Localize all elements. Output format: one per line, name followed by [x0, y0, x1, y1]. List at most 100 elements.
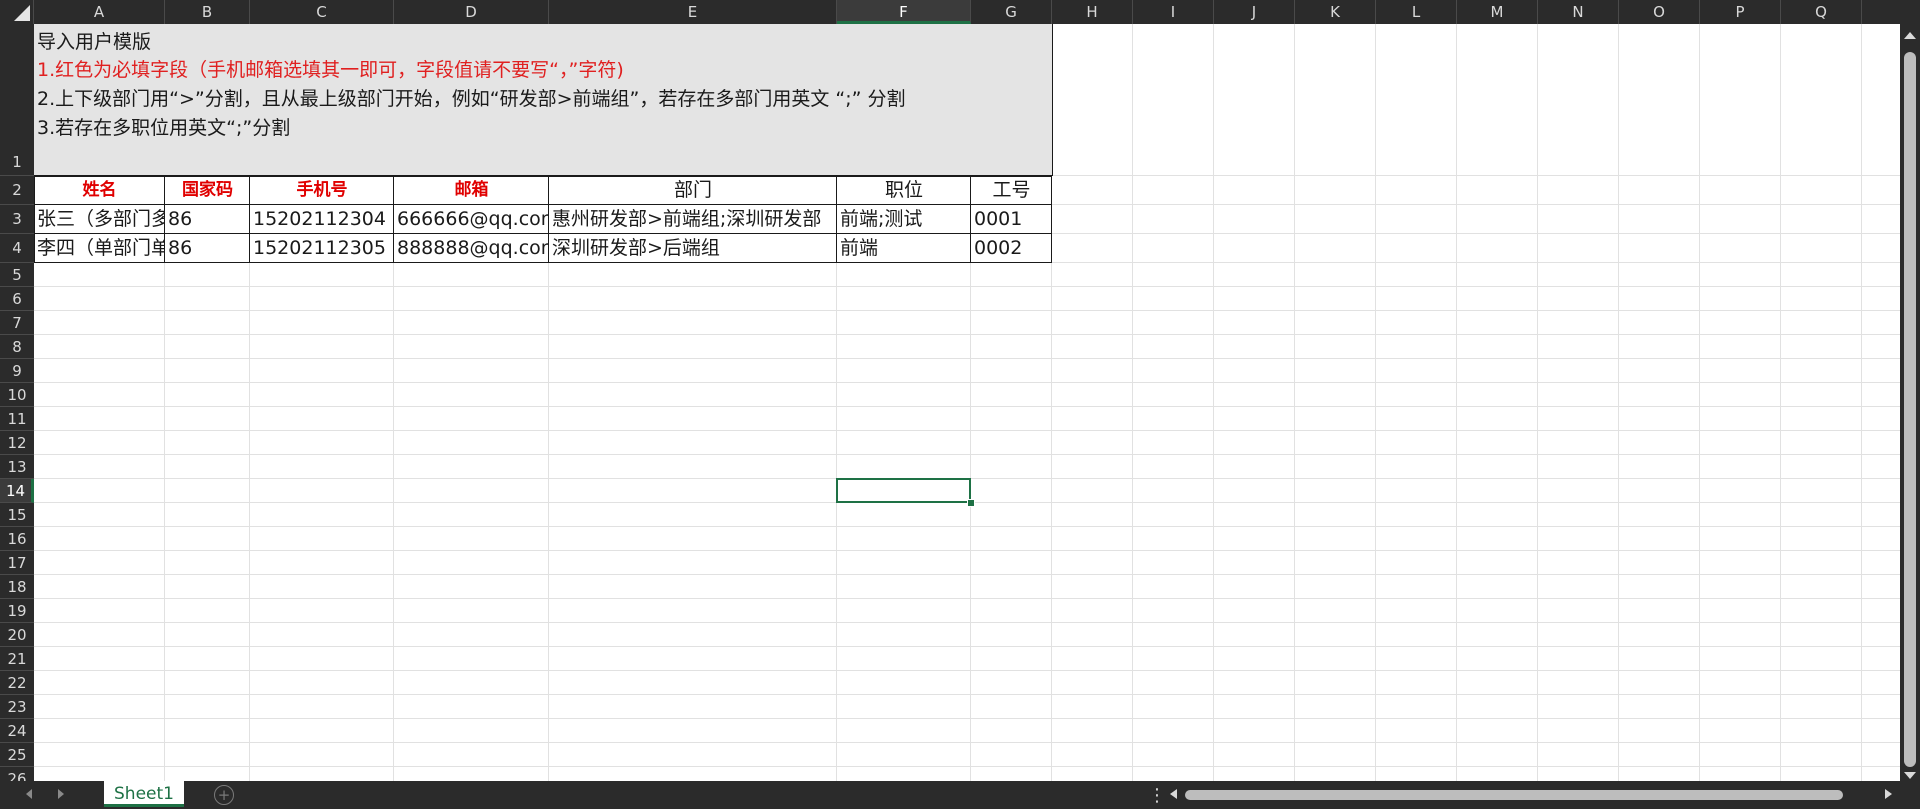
row-header-18[interactable]: 18 [0, 575, 34, 599]
column-header-c[interactable]: C [250, 0, 394, 24]
row-header-3[interactable]: 3 [0, 205, 34, 234]
fill-handle[interactable] [967, 499, 975, 507]
column-header-h[interactable]: H [1052, 0, 1133, 24]
column-header-d[interactable]: D [394, 0, 549, 24]
table-border [34, 262, 1052, 263]
scroll-up-icon[interactable] [1904, 32, 1916, 39]
row-header-7[interactable]: 7 [0, 311, 34, 335]
column-header-g[interactable]: G [971, 0, 1052, 24]
row-header-22[interactable]: 22 [0, 671, 34, 695]
row-header-23[interactable]: 23 [0, 695, 34, 719]
row-header-8[interactable]: 8 [0, 335, 34, 359]
scroll-left-icon[interactable] [1170, 789, 1177, 799]
table-border [34, 233, 1052, 234]
table-cell[interactable]: 86 [165, 234, 250, 263]
column-header-a[interactable]: A [34, 0, 165, 24]
column-header-m[interactable]: M [1457, 0, 1538, 24]
table-cell[interactable]: 86 [165, 205, 250, 234]
row-header-2[interactable]: 2 [0, 176, 34, 205]
more-options-icon[interactable]: ⋮ [1148, 785, 1166, 806]
previous-sheet-icon[interactable] [26, 789, 32, 799]
table-border [548, 176, 549, 263]
table-header-cell[interactable]: 手机号 [250, 176, 394, 205]
row-header-15[interactable]: 15 [0, 503, 34, 527]
scroll-right-icon[interactable] [1885, 789, 1892, 799]
row-header-24[interactable]: 24 [0, 719, 34, 743]
column-header-l[interactable]: L [1376, 0, 1457, 24]
table-header-cell[interactable]: 职位 [837, 176, 971, 205]
table-border [393, 176, 394, 263]
add-sheet-icon[interactable]: + [214, 785, 234, 805]
table-cell[interactable]: 666666@qq.com [394, 205, 549, 234]
instructions-line-2: 2.上下级部门用“>”分割，且从最上级部门开始，例如“研发部>前端组”，若存在多… [37, 88, 906, 110]
table-cell[interactable]: 888888@qq.com [394, 234, 549, 263]
table-cell[interactable]: 前端;测试 [837, 205, 971, 234]
select-all-triangle-icon [14, 5, 30, 21]
instructions-block[interactable]: 导入用户模版 1.红色为必填字段（手机邮箱选填其一即可，字段值请不要写“，”字符… [34, 24, 1053, 176]
row-header-25[interactable]: 25 [0, 743, 34, 767]
active-cell[interactable] [836, 478, 971, 503]
column-header-o[interactable]: O [1619, 0, 1700, 24]
table-header-cell[interactable]: 邮箱 [394, 176, 549, 205]
table-cell[interactable]: 惠州研发部>前端组;深圳研发部 [549, 205, 837, 234]
table-border [34, 176, 35, 263]
row-header-26[interactable]: 26 [0, 767, 34, 781]
column-header-q[interactable]: Q [1781, 0, 1862, 24]
row-header-13[interactable]: 13 [0, 455, 34, 479]
row-header-12[interactable]: 12 [0, 431, 34, 455]
column-header-bar: ABCDEFGHIJKLMNOPQ [0, 0, 1920, 24]
column-header-n[interactable]: N [1538, 0, 1619, 24]
table-header-cell[interactable]: 姓名 [34, 176, 165, 205]
column-header-e[interactable]: E [549, 0, 837, 24]
select-all-button[interactable] [0, 0, 34, 24]
row-header-5[interactable]: 5 [0, 263, 34, 287]
horizontal-scroll-thumb[interactable] [1185, 790, 1843, 800]
row-header-20[interactable]: 20 [0, 623, 34, 647]
sheet-tab-bar: Sheet1 + ⋮ [0, 781, 1920, 809]
column-header-j[interactable]: J [1214, 0, 1295, 24]
table-header-cell[interactable]: 工号 [971, 176, 1052, 205]
row-header-16[interactable]: 16 [0, 527, 34, 551]
table-cell[interactable]: 深圳研发部>后端组 [549, 234, 837, 263]
row-header-10[interactable]: 10 [0, 383, 34, 407]
table-cell[interactable]: 0001 [971, 205, 1052, 234]
table-border [1051, 176, 1052, 263]
row-header-bar: 1 2 3 4 5 6 7 8 9 10 11 12 13 14 15 16 17 18 19 20 21 22 23 24 2… [0, 24, 34, 781]
table-header-cell[interactable]: 国家码 [165, 176, 250, 205]
table-cell[interactable]: 李四（单部门单职位） [34, 234, 165, 263]
row-header-4[interactable]: 4 [0, 234, 34, 263]
instructions-line-1: 1.红色为必填字段（手机邮箱选填其一即可，字段值请不要写“，”字符) [37, 59, 624, 81]
column-header-i[interactable]: I [1133, 0, 1214, 24]
table-cell[interactable]: 前端 [837, 234, 971, 263]
column-header-p[interactable]: P [1700, 0, 1781, 24]
row-header-21[interactable]: 21 [0, 647, 34, 671]
table-border [34, 176, 1052, 177]
column-header-b[interactable]: B [165, 0, 250, 24]
row-header-14[interactable]: 14 [0, 479, 34, 503]
table-border [249, 176, 250, 263]
row-header-6[interactable]: 6 [0, 287, 34, 311]
row-header-11[interactable]: 11 [0, 407, 34, 431]
table-border [836, 176, 837, 263]
sheet-tab-sheet1[interactable]: Sheet1 [104, 781, 184, 807]
spreadsheet-grid[interactable]: 导入用户模版 1.红色为必填字段（手机邮箱选填其一即可，字段值请不要写“，”字符… [34, 24, 1900, 781]
row-header-9[interactable]: 9 [0, 359, 34, 383]
table-border [970, 176, 971, 263]
table-cell[interactable]: 张三（多部门多职位） [34, 205, 165, 234]
vertical-scroll-thumb[interactable] [1904, 52, 1916, 767]
next-sheet-icon[interactable] [58, 789, 64, 799]
column-header-f[interactable]: F [837, 0, 971, 24]
row-header-19[interactable]: 19 [0, 599, 34, 623]
column-header-k[interactable]: K [1295, 0, 1376, 24]
vertical-scrollbar[interactable] [1900, 24, 1920, 781]
scroll-down-icon[interactable] [1904, 772, 1916, 779]
table-cell[interactable]: 15202112304 [250, 205, 394, 234]
instructions-title: 导入用户模版 [37, 31, 152, 53]
table-border [164, 176, 165, 263]
row-header-1[interactable]: 1 [0, 24, 34, 176]
table-cell[interactable]: 0002 [971, 234, 1052, 263]
table-header-cell[interactable]: 部门 [549, 176, 837, 205]
row-header-17[interactable]: 17 [0, 551, 34, 575]
instructions-line-3: 3.若存在多职位用英文“;”分割 [37, 117, 291, 139]
table-cell[interactable]: 15202112305 [250, 234, 394, 263]
